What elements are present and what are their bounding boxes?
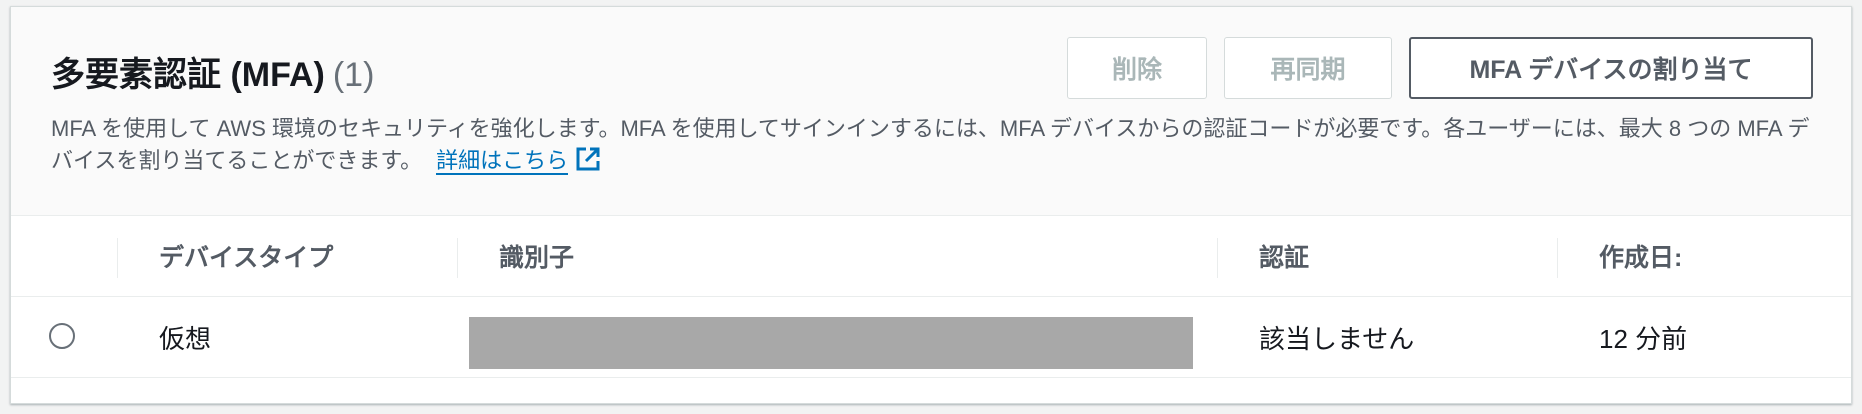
column-divider <box>1217 238 1218 278</box>
column-divider <box>1557 238 1558 278</box>
description-text: MFA を使用して AWS 環境のセキュリティを強化します。MFA を使用してサ… <box>51 116 1810 173</box>
cell-device-type: 仮想 <box>159 323 212 354</box>
learn-more-link[interactable]: 詳細はこちら <box>436 148 569 175</box>
column-header-device-type[interactable]: デバイスタイプ <box>159 216 333 296</box>
cell-identifier-redacted <box>469 317 1193 369</box>
mfa-panel: 多要素認証 (MFA) (1) 削除 再同期 MFA デバイスの割り当て MFA … <box>10 6 1852 404</box>
title-text: 多要素認証 (MFA) <box>51 56 325 94</box>
title-count: (1) <box>332 56 375 94</box>
column-divider <box>457 238 458 278</box>
learn-more-label: 詳細はこちら <box>436 148 569 173</box>
table-row[interactable]: 仮想 該当しません 12 分前 <box>11 297 1851 378</box>
column-header-created[interactable]: 作成日: <box>1599 216 1682 296</box>
panel-header: 多要素認証 (MFA) (1) 削除 再同期 MFA デバイスの割り当て MFA … <box>11 7 1851 216</box>
column-header-certification[interactable]: 認証 <box>1259 216 1309 296</box>
cell-created: 12 分前 <box>1599 323 1688 354</box>
delete-button[interactable]: 削除 <box>1067 37 1207 99</box>
external-link-icon[interactable] <box>574 145 602 182</box>
row-select-radio[interactable] <box>49 323 75 349</box>
cell-certification: 該当しません <box>1259 323 1415 354</box>
column-divider <box>117 238 118 278</box>
panel-title: 多要素認証 (MFA) (1) <box>51 47 374 96</box>
column-header-identifier[interactable]: 識別子 <box>499 216 574 296</box>
panel-description: MFA を使用して AWS 環境のセキュリティを強化します。MFA を使用してサ… <box>51 113 1821 182</box>
assign-mfa-device-button[interactable]: MFA デバイスの割り当て <box>1409 37 1813 99</box>
resync-button[interactable]: 再同期 <box>1224 37 1392 99</box>
table-header: デバイスタイプ 識別子 認証 作成日: <box>11 216 1851 297</box>
